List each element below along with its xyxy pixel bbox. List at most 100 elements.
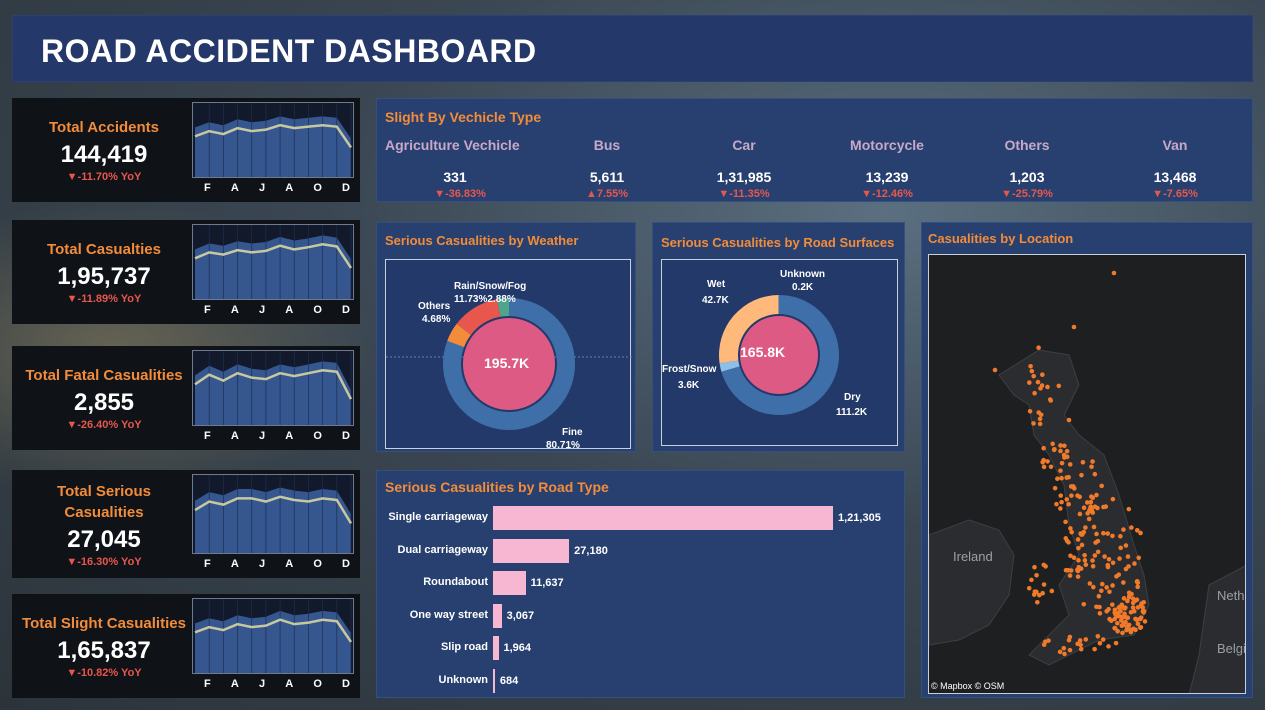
casualty-point[interactable] [1126, 622, 1132, 628]
casualty-point[interactable] [1063, 536, 1069, 541]
location-map[interactable]: Ireland Neth Belgi © Mapbox © OSM [928, 254, 1246, 694]
casualty-point[interactable] [1068, 553, 1073, 559]
casualty-point[interactable] [1111, 270, 1117, 276]
casualty-point[interactable] [1083, 525, 1088, 530]
casualty-point[interactable] [992, 367, 998, 373]
casualty-point[interactable] [1095, 549, 1101, 555]
casualty-point[interactable] [1064, 497, 1070, 502]
casualty-point[interactable] [1097, 604, 1102, 610]
casualty-point[interactable] [1035, 599, 1040, 605]
casualty-point[interactable] [1058, 468, 1063, 473]
casualty-point[interactable] [1049, 588, 1055, 594]
road-type-bar[interactable] [493, 506, 833, 530]
casualty-point[interactable] [1118, 533, 1123, 539]
casualty-point[interactable] [1087, 581, 1093, 586]
casualty-point[interactable] [1135, 605, 1141, 610]
casualty-point[interactable] [1027, 408, 1033, 414]
casualty-point[interactable] [1101, 504, 1106, 510]
casualty-point[interactable] [1113, 640, 1119, 646]
casualty-point[interactable] [1118, 608, 1123, 614]
casualty-point[interactable] [1078, 642, 1083, 648]
casualty-point[interactable] [1117, 604, 1122, 610]
casualty-point[interactable] [1079, 542, 1085, 548]
casualty-point[interactable] [1076, 558, 1081, 563]
casualty-point[interactable] [1093, 540, 1098, 545]
casualty-point[interactable] [1097, 640, 1103, 646]
casualty-point[interactable] [1109, 618, 1114, 624]
casualty-point[interactable] [1064, 475, 1069, 480]
casualty-point[interactable] [1127, 593, 1132, 599]
casualty-point[interactable] [1132, 598, 1138, 603]
casualty-point[interactable] [1095, 633, 1101, 639]
casualty-point[interactable] [1075, 537, 1081, 542]
casualty-point[interactable] [1048, 398, 1054, 403]
casualty-point[interactable] [1084, 500, 1090, 505]
casualty-point[interactable] [1080, 459, 1086, 465]
road-type-bar[interactable] [493, 538, 570, 563]
casualty-point[interactable] [1107, 589, 1112, 595]
casualty-point[interactable] [1081, 505, 1087, 510]
casualty-point[interactable] [1043, 564, 1048, 569]
casualty-point[interactable] [1058, 443, 1063, 448]
casualty-point[interactable] [1110, 560, 1116, 566]
casualty-point[interactable] [1063, 567, 1069, 573]
casualty-point[interactable] [1083, 637, 1089, 642]
casualty-point[interactable] [1036, 410, 1041, 415]
casualty-point[interactable] [1097, 611, 1103, 616]
casualty-point[interactable] [1056, 383, 1062, 389]
casualty-point[interactable] [1082, 558, 1088, 563]
casualty-point[interactable] [1106, 606, 1111, 612]
casualty-point[interactable] [1133, 627, 1138, 633]
casualty-point[interactable] [1106, 556, 1112, 562]
casualty-point[interactable] [1133, 616, 1138, 622]
casualty-point[interactable] [1099, 581, 1105, 587]
casualty-point[interactable] [1050, 441, 1055, 447]
casualty-point[interactable] [1081, 601, 1087, 607]
casualty-point[interactable] [1063, 519, 1068, 525]
casualty-point[interactable] [1112, 610, 1117, 615]
casualty-point[interactable] [1123, 566, 1129, 572]
casualty-point[interactable] [1126, 506, 1132, 512]
casualty-point[interactable] [1123, 543, 1129, 548]
casualty-point[interactable] [1092, 553, 1098, 558]
casualty-point[interactable] [1037, 421, 1043, 427]
casualty-point[interactable] [1031, 421, 1036, 426]
casualty-point[interactable] [1040, 372, 1045, 377]
casualty-point[interactable] [1079, 472, 1084, 478]
casualty-point[interactable] [1083, 562, 1089, 567]
casualty-point[interactable] [1121, 527, 1126, 532]
casualty-point[interactable] [1036, 345, 1041, 351]
casualty-point[interactable] [1032, 390, 1037, 396]
casualty-point[interactable] [1134, 528, 1140, 533]
casualty-point[interactable] [1110, 533, 1115, 539]
casualty-point[interactable] [1034, 589, 1039, 595]
casualty-point[interactable] [1061, 645, 1067, 651]
casualty-point[interactable] [1141, 608, 1147, 614]
casualty-point[interactable] [1057, 649, 1063, 655]
casualty-point[interactable] [1127, 627, 1132, 632]
casualty-point[interactable] [1064, 448, 1070, 454]
casualty-point[interactable] [1040, 590, 1045, 596]
casualty-point[interactable] [1067, 647, 1073, 653]
casualty-point[interactable] [1075, 574, 1081, 579]
casualty-point[interactable] [1118, 545, 1124, 551]
casualty-point[interactable] [1095, 505, 1100, 511]
casualty-point[interactable] [1029, 368, 1035, 374]
casualty-point[interactable] [1106, 644, 1111, 649]
casualty-point[interactable] [1115, 620, 1120, 626]
casualty-point[interactable] [1041, 464, 1047, 470]
casualty-point[interactable] [1052, 446, 1057, 452]
casualty-point[interactable] [1031, 373, 1037, 379]
casualty-point[interactable] [1136, 555, 1142, 561]
casualty-point[interactable] [1048, 464, 1054, 470]
casualty-point[interactable] [1089, 494, 1094, 499]
road-type-bar[interactable] [493, 668, 495, 693]
casualty-point[interactable] [1055, 476, 1060, 481]
casualty-point[interactable] [1066, 501, 1071, 507]
casualty-point[interactable] [1041, 445, 1046, 451]
casualty-point[interactable] [1068, 568, 1074, 573]
casualty-point[interactable] [1121, 580, 1126, 585]
casualty-point[interactable] [1068, 526, 1073, 531]
road-type-bar[interactable] [493, 636, 499, 660]
casualty-point[interactable] [1059, 499, 1064, 505]
